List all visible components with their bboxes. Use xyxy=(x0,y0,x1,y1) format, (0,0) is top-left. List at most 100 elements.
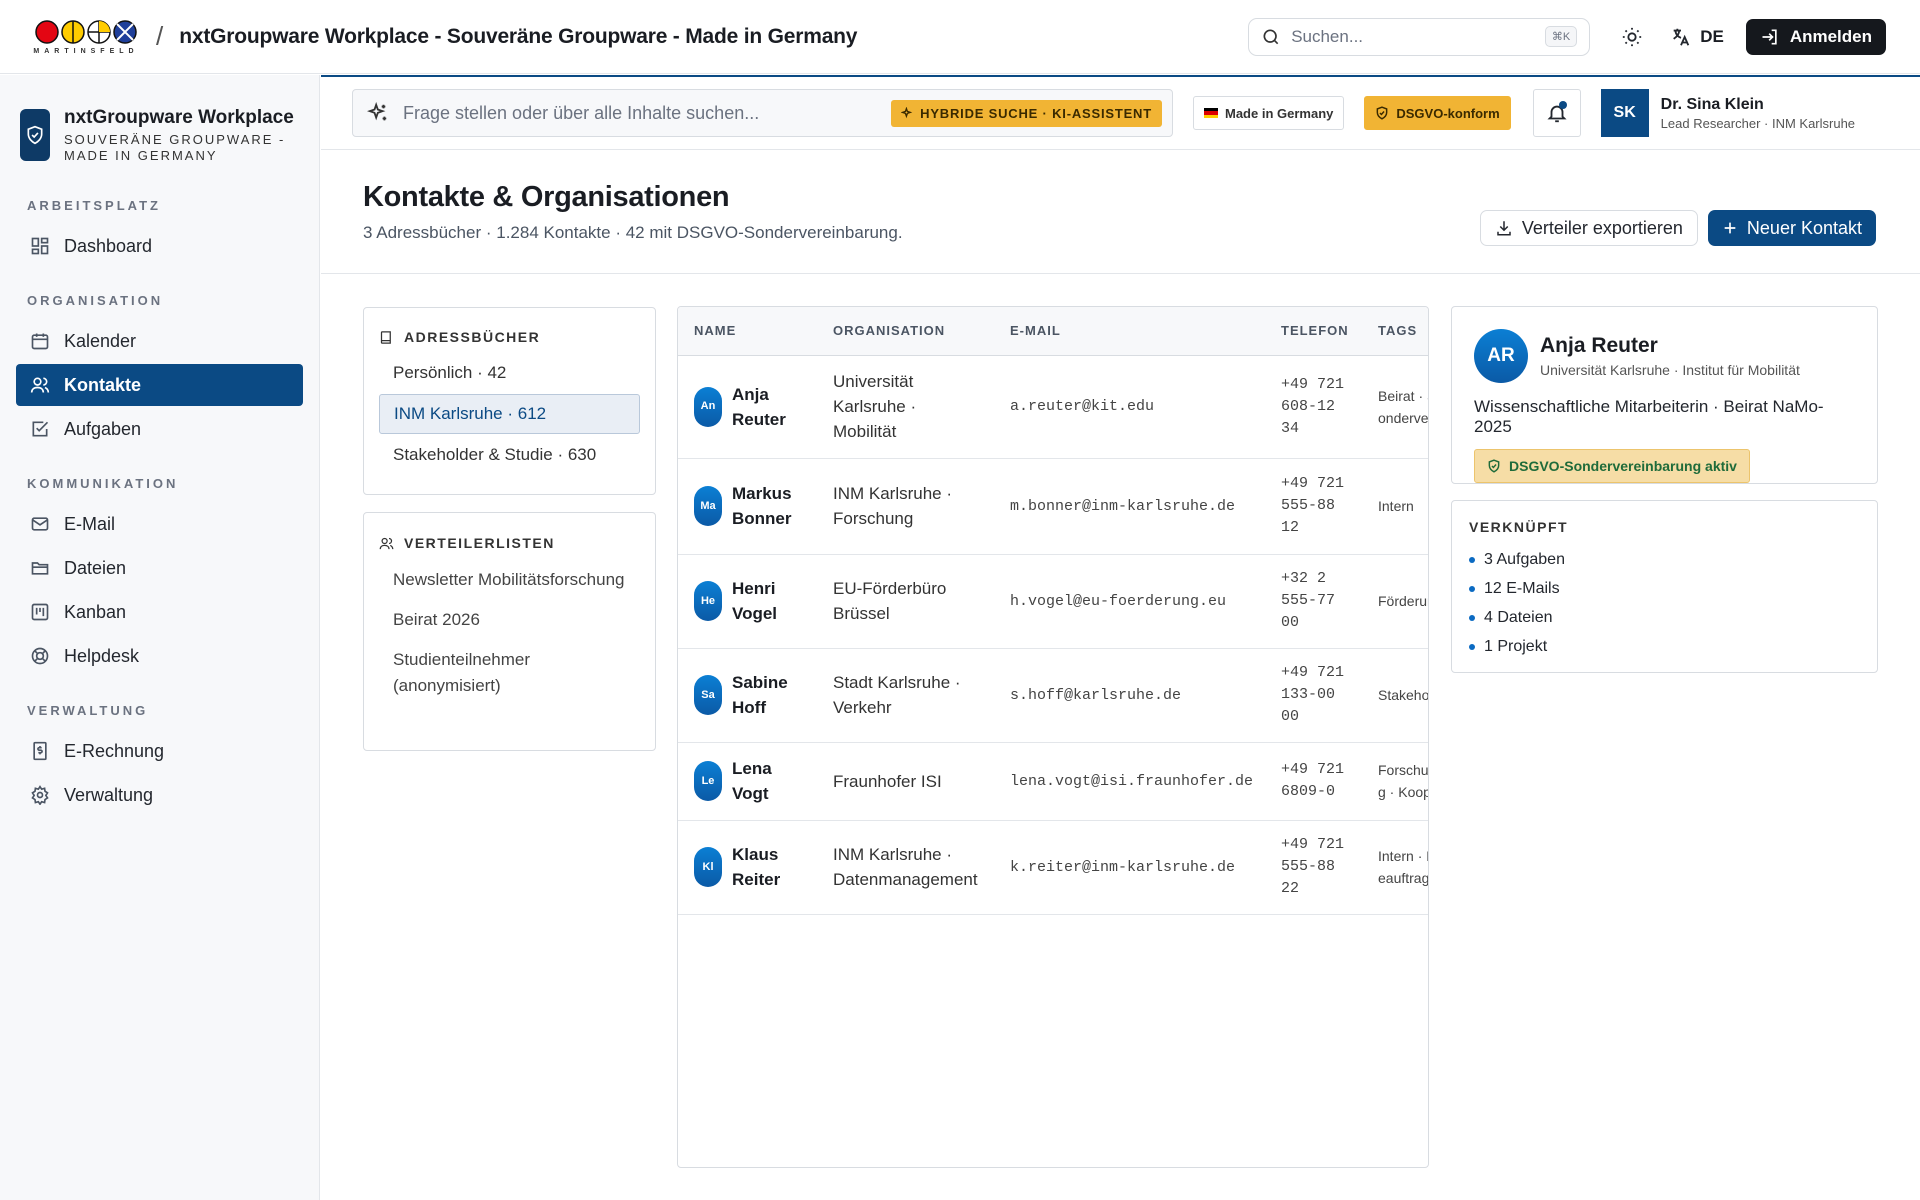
made-in-germany-badge: Made in Germany xyxy=(1193,96,1345,130)
search-shortcut: ⌘K xyxy=(1544,26,1578,47)
user-avatar: SK xyxy=(1600,89,1649,137)
contact-first-name: Lena xyxy=(732,759,772,778)
distribution-lists-title-label: VERTEILERLISTEN xyxy=(404,535,555,551)
sparkle-icon xyxy=(901,106,913,118)
download-icon xyxy=(1497,221,1511,236)
column-header-tags[interactable]: TAGS xyxy=(1362,307,1428,356)
table-row[interactable]: He Henri Vogel EU-Förderbüro Brüssel h.vog… xyxy=(678,554,1428,649)
login-button[interactable]: Anmelden xyxy=(1745,18,1886,55)
contacts-table: NAME ORGANISATION E-MAIL TELEFON TAGS An… xyxy=(678,307,1429,915)
address-book-stakeholder[interactable]: Stakeholder & Studie · 630 xyxy=(379,435,640,475)
sidebar-item-kalender[interactable]: Kalender xyxy=(16,320,303,362)
page-header: Kontakte & Organisationen 3 Adressbücher… xyxy=(321,151,1920,274)
contact-email[interactable]: a.reuter@kit.edu xyxy=(1010,398,1154,415)
contact-phone[interactable]: +49 721 133-00 00 xyxy=(1281,662,1351,728)
linked-item-tasks[interactable]: 3 Aufgaben xyxy=(1469,545,1860,574)
contact-email[interactable]: k.reiter@inm-karlsruhe.de xyxy=(1010,859,1235,876)
distribution-lists-panel: VERTEILERLISTEN Newsletter Mobilitätsfor… xyxy=(363,512,656,751)
ai-search-input[interactable]: Frage stellen oder über alle Inhalte suc… xyxy=(352,89,1173,137)
export-label: Verteiler exportieren xyxy=(1521,217,1683,238)
sun-icon xyxy=(1623,27,1642,46)
translate-icon xyxy=(1673,28,1690,46)
contact-email[interactable]: h.vogel@eu-foerderung.eu xyxy=(1010,593,1226,610)
hybrid-search-label: HYBRIDE SUCHE · KI-ASSISTENT xyxy=(920,105,1152,121)
contact-phone[interactable]: +49 721 608-12 34 xyxy=(1281,374,1351,440)
distribution-list-newsletter[interactable]: Newsletter Mobilitätsforschung xyxy=(379,567,640,593)
linked-item-label: 12 E-Mails xyxy=(1484,579,1560,597)
section-title: ORGANISATION xyxy=(27,293,164,308)
contact-tags: Intern · Beauftragter xyxy=(1378,848,1429,886)
header-actions: Verteiler exportieren Neuer Kontakt xyxy=(1479,210,1876,246)
detail-organisation: Universität Karlsruhe · Institut für Mob… xyxy=(1540,362,1800,378)
distribution-list-studienteilnehmer[interactable]: Studienteilnehmer (anonymisiert) xyxy=(379,647,640,699)
linked-item-label: 4 Dateien xyxy=(1484,608,1553,626)
brand[interactable]: nxtGroupware Workplace SOUVERÄNE GROUPWA… xyxy=(16,107,303,164)
brand-subtitle: SOUVERÄNE GROUPWARE - MADE IN GERMANY xyxy=(64,132,286,163)
contact-phone[interactable]: +49 721 555-88 12 xyxy=(1281,473,1351,539)
sidebar-item-email[interactable]: E-Mail xyxy=(16,503,303,545)
table-row[interactable]: Le Lena Vogt Fraunhofer ISI lena.vogt@isi.… xyxy=(678,742,1428,821)
sidebar-item-dashboard[interactable]: Dashboard xyxy=(16,225,303,267)
kanban-icon xyxy=(31,603,49,621)
sidebar-item-kontakte[interactable]: Kontakte xyxy=(16,364,303,406)
linked-item-files[interactable]: 4 Dateien xyxy=(1469,603,1860,632)
book-icon xyxy=(380,330,391,344)
table-row[interactable]: Ma Markus Bonner INM Karlsruhe · Forschung… xyxy=(678,458,1428,555)
contact-phone[interactable]: +49 721 555-88 22 xyxy=(1281,834,1351,900)
shield-check-icon xyxy=(1376,106,1388,120)
table-row[interactable]: An Anja Reuter Universität Karlsruhe · Mob… xyxy=(678,355,1428,459)
language-switch[interactable]: DE xyxy=(1670,26,1724,48)
linked-item-emails[interactable]: 12 E-Mails xyxy=(1469,574,1860,603)
new-contact-button[interactable]: Neuer Kontakt xyxy=(1707,210,1876,246)
secondary-bar: Frage stellen oder über alle Inhalte suc… xyxy=(321,75,1920,150)
users-icon xyxy=(379,537,394,549)
contact-avatar: He xyxy=(694,581,722,621)
martinsfeld-logo[interactable]: MARTINSFELD xyxy=(33,19,138,55)
contact-first-name: Anja xyxy=(732,384,769,404)
sidebar-item-label: Helpdesk xyxy=(64,645,140,666)
sidebar-item-aufgaben[interactable]: Aufgaben xyxy=(16,408,303,450)
nav-section-organisation: ORGANISATION Kalender Kontakte Aufgaben xyxy=(16,293,303,450)
contact-tags: Intern xyxy=(1378,498,1414,514)
contact-email[interactable]: s.hoff@karlsruhe.de xyxy=(1010,687,1181,704)
theme-toggle-button[interactable] xyxy=(1612,17,1652,57)
contact-organisation: Universität Karlsruhe · Mobilität xyxy=(833,372,917,441)
linked-item-project[interactable]: 1 Projekt xyxy=(1469,632,1860,661)
sidebar-item-e-rechnung[interactable]: E-Rechnung xyxy=(16,730,303,772)
contact-organisation: INM Karlsruhe · Datenmanagement xyxy=(833,845,978,889)
user-menu[interactable]: SK Dr. Sina Klein Lead Researcher · INM … xyxy=(1600,89,1855,137)
notifications-button[interactable] xyxy=(1532,89,1581,137)
column-header-name[interactable]: NAME xyxy=(678,307,817,356)
sidebar-item-helpdesk[interactable]: Helpdesk xyxy=(16,635,303,677)
export-distribution-button[interactable]: Verteiler exportieren xyxy=(1479,210,1698,246)
detail-avatar: AR xyxy=(1474,329,1528,383)
table-row[interactable]: Sa Sabine Hoff Stadt Karlsruhe · Verkehr s… xyxy=(678,648,1429,743)
global-search-input[interactable]: Suchen... ⌘K xyxy=(1248,17,1591,56)
sidebar-item-label: E-Mail xyxy=(64,513,116,534)
address-book-inm-karlsruhe[interactable]: INM Karlsruhe · 612 xyxy=(379,394,640,434)
column-header-phone[interactable]: TELEFON xyxy=(1265,307,1362,356)
table-row[interactable]: Kl Klaus Reiter INM Karlsruhe · Datenmanag… xyxy=(678,820,1429,915)
sidebar-item-verwaltung[interactable]: Verwaltung xyxy=(16,774,303,816)
address-books-title-label: ADRESSBÜCHER xyxy=(404,329,541,345)
settings-icon xyxy=(31,785,49,805)
distribution-list-beirat[interactable]: Beirat 2026 xyxy=(379,607,640,633)
address-book-persoenlich[interactable]: Persönlich · 42 xyxy=(379,353,640,393)
search-placeholder: Suchen... xyxy=(1291,26,1364,46)
sidebar-item-dateien[interactable]: Dateien xyxy=(16,547,303,589)
made-in-germany-label: Made in Germany xyxy=(1225,105,1334,121)
column-header-email[interactable]: E-MAIL xyxy=(994,307,1265,356)
detail-header: AR Anja Reuter Universität Karlsruhe · I… xyxy=(1474,329,1855,383)
tasks-icon xyxy=(32,421,49,437)
contact-email[interactable]: m.bonner@inm-karlsruhe.de xyxy=(1010,498,1235,515)
contact-avatar: An xyxy=(694,386,722,427)
contact-tags: Stakeholder xyxy=(1378,687,1429,703)
section-title: KOMMUNIKATION xyxy=(27,476,179,491)
brand-name: nxtGroupware Workplace xyxy=(64,107,294,128)
contact-organisation: Fraunhofer ISI xyxy=(833,771,942,791)
sidebar-item-kanban[interactable]: Kanban xyxy=(16,591,303,633)
contact-phone[interactable]: +49 721 6809-0 xyxy=(1281,759,1351,803)
contact-phone[interactable]: +32 2 555-77 00 xyxy=(1281,568,1351,634)
contact-email[interactable]: lena.vogt@isi.fraunhofer.de xyxy=(1010,773,1253,790)
column-header-organisation[interactable]: ORGANISATION xyxy=(817,307,994,356)
